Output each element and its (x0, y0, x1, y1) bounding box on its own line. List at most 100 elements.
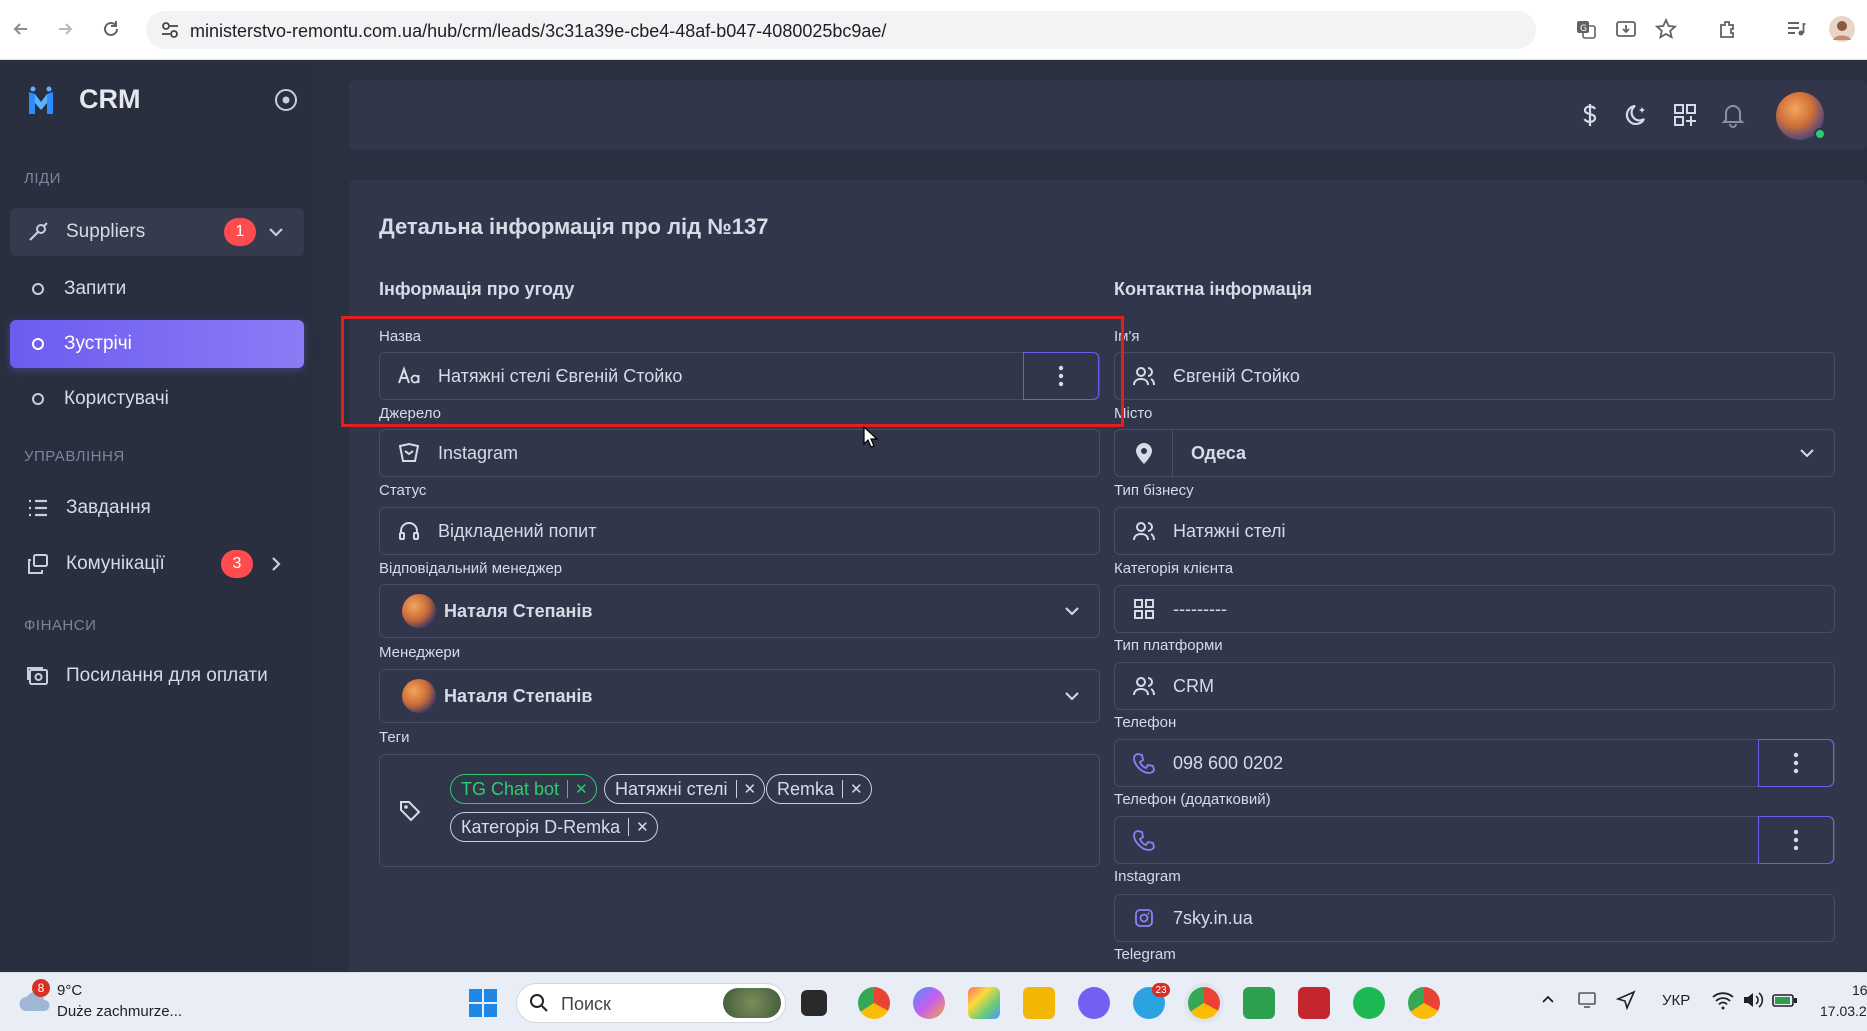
top-bar (349, 80, 1867, 150)
moon-icon[interactable] (1624, 102, 1650, 133)
spotify-icon[interactable] (1353, 987, 1385, 1019)
platform-type-value[interactable]: CRM (1173, 676, 1834, 697)
file-explorer-icon[interactable] (1023, 987, 1055, 1019)
client-category-field[interactable]: --------- (1114, 585, 1835, 633)
bookmark-star-icon[interactable] (1651, 14, 1681, 44)
page-title: Детальна інформація про лід №137 (379, 214, 769, 239)
phone2-field[interactable] (1114, 816, 1835, 864)
chevron-down-icon[interactable] (266, 222, 286, 248)
phone-field[interactable]: 098 600 0202 (1114, 739, 1835, 787)
wifi-icon[interactable] (1712, 990, 1734, 1015)
viber-icon[interactable] (1078, 987, 1110, 1019)
dollar-icon[interactable] (1577, 102, 1603, 133)
contact-name-value[interactable]: Євгеній Стойко (1173, 366, 1834, 387)
sidebar-item-label: Завдання (66, 497, 151, 518)
clock-date[interactable]: 17.03.2 (1820, 1003, 1867, 1019)
mcafee-icon[interactable] (1298, 987, 1330, 1019)
telegram-label: Telegram (1114, 946, 1176, 963)
tag-remove-icon[interactable]: ✕ (628, 818, 657, 836)
responsible-manager-value: Наталя Степанів (444, 600, 593, 621)
chevron-down-icon[interactable] (1780, 444, 1834, 462)
extensions-icon[interactable] (1713, 14, 1743, 44)
reload-icon[interactable] (96, 14, 126, 44)
back-icon[interactable] (6, 14, 36, 44)
sidebar-item-users[interactable]: Користувачі (10, 375, 304, 423)
sidebar-toggle-icon[interactable] (274, 88, 298, 117)
platform-type-field[interactable]: CRM (1114, 662, 1835, 710)
tag-remove-icon[interactable]: ✕ (842, 780, 871, 798)
manager-avatar (402, 679, 436, 713)
client-category-value[interactable]: --------- (1173, 599, 1834, 620)
windows-start-icon[interactable] (467, 987, 499, 1019)
chevron-down-icon[interactable] (1045, 602, 1099, 620)
tag-remove-icon[interactable]: ✕ (567, 780, 596, 798)
install-app-icon[interactable] (1611, 14, 1641, 44)
site-settings-icon[interactable] (160, 20, 180, 45)
translate-icon[interactable]: G (1571, 14, 1601, 44)
instagram-value[interactable]: 7sky.in.ua (1173, 908, 1834, 929)
apps-grid-icon[interactable] (1672, 102, 1698, 133)
tag-chip[interactable]: Remka ✕ (766, 774, 872, 804)
sidebar-item-suppliers[interactable]: Suppliers 1 (10, 208, 304, 256)
bell-icon[interactable] (1720, 102, 1746, 133)
copilot-icon[interactable] (913, 987, 945, 1019)
instagram-field[interactable]: 7sky.in.ua (1114, 894, 1835, 942)
phone-app-icon[interactable] (1243, 987, 1275, 1019)
sidebar-item-tasks[interactable]: Завдання (10, 484, 304, 532)
manager-avatar (402, 594, 436, 628)
instagram-label: Instagram (1114, 868, 1181, 885)
contact-name-field[interactable]: Євгеній Стойко (1114, 352, 1835, 400)
section-management: УПРАВЛІННЯ (24, 448, 125, 465)
url-text[interactable]: ministerstvo-remontu.com.ua/hub/crm/lead… (190, 21, 886, 42)
tray-chevron-up-icon[interactable] (1540, 991, 1556, 1012)
sidebar-item-communications[interactable]: Комунікації 3 (10, 540, 304, 588)
status-value[interactable]: Відкладений попит (438, 521, 1099, 542)
chevron-down-icon[interactable] (1045, 687, 1099, 705)
source-value[interactable]: Instagram (438, 443, 1099, 464)
brand-logo-icon[interactable] (26, 86, 56, 121)
network-device-icon[interactable] (1577, 990, 1597, 1015)
city-value: Одеса (1191, 442, 1246, 463)
address-bar[interactable]: ministerstvo-remontu.com.ua/hub/crm/lead… (146, 11, 1536, 49)
business-type-field[interactable]: Натяжні стелі (1114, 507, 1835, 555)
paint-icon[interactable] (968, 987, 1000, 1019)
media-controls-icon[interactable] (1781, 14, 1811, 44)
circle-icon (32, 338, 44, 350)
chrome-active-icon[interactable] (1188, 987, 1220, 1019)
sidebar-item-meetings[interactable]: Зустрічі (10, 320, 304, 368)
section-finance: ФІНАНСИ (24, 617, 97, 634)
city-select[interactable]: Одеса (1114, 429, 1835, 477)
sidebar-item-label: Комунікації (66, 553, 165, 574)
clock-time[interactable]: 16 (1852, 982, 1867, 998)
managers-select[interactable]: Наталя Степанів (379, 669, 1100, 723)
profile-icon[interactable] (1827, 14, 1857, 44)
chevron-right-icon[interactable] (266, 554, 286, 580)
language-indicator[interactable]: УКР (1662, 992, 1690, 1009)
suppliers-badge: 1 (224, 218, 256, 246)
sidebar-item-requests[interactable]: Запити (10, 265, 304, 313)
tag-chip[interactable]: TG Chat bot ✕ (450, 774, 597, 804)
forward-icon[interactable] (50, 14, 80, 44)
section-leads: ЛІДИ (24, 170, 61, 187)
task-view-icon[interactable] (801, 990, 827, 1016)
grid-icon (1115, 598, 1173, 620)
chrome-profile-icon[interactable] (1408, 987, 1440, 1019)
business-type-value[interactable]: Натяжні стелі (1173, 521, 1834, 542)
battery-icon[interactable] (1772, 990, 1798, 1015)
tag-chip[interactable]: Категорія D-Remka ✕ (450, 812, 658, 842)
chrome-icon[interactable] (858, 987, 890, 1019)
source-field[interactable]: Instagram (379, 429, 1100, 477)
tag-chip[interactable]: Натяжні стелі ✕ (604, 774, 766, 804)
phone2-more-button[interactable] (1758, 816, 1834, 864)
location-arrow-icon[interactable] (1615, 990, 1636, 1015)
responsible-manager-select[interactable]: Наталя Степанів (379, 584, 1100, 638)
status-field[interactable]: Відкладений попит (379, 507, 1100, 555)
tags-field[interactable]: TG Chat bot ✕ Натяжні стелі ✕ Remka ✕ Катег… (379, 754, 1100, 867)
sidebar-item-payment-links[interactable]: Посилання для оплати (10, 652, 304, 700)
managers-label: Менеджери (379, 644, 461, 661)
tag-remove-icon[interactable]: ✕ (735, 780, 765, 798)
phone-value[interactable]: 098 600 0202 (1173, 753, 1758, 774)
taskbar-search[interactable]: Поиск (516, 983, 786, 1023)
volume-icon[interactable] (1742, 990, 1764, 1015)
phone-more-button[interactable] (1758, 739, 1834, 787)
